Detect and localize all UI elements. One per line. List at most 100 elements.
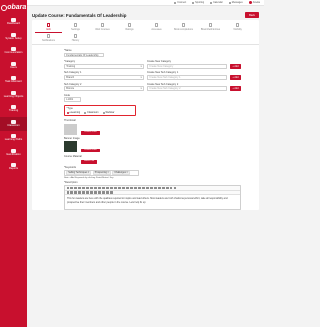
editor-tool-icon[interactable] — [70, 191, 73, 194]
thumbnail-upload: Thumbnail Choose Files — [64, 119, 241, 135]
tab-label: Book completions — [174, 27, 193, 31]
topbar-calendar[interactable]: Calendar — [210, 1, 223, 4]
description-text[interactable]: This fun leaders are here with the quali… — [65, 195, 240, 209]
editor-tool-icon[interactable] — [106, 191, 109, 194]
sub-category2-select[interactable]: Bronze — [64, 86, 144, 91]
editor-tool-icon[interactable] — [166, 186, 169, 189]
type-option-webinar[interactable]: Webinar — [102, 111, 115, 115]
editor-tool-icon[interactable] — [70, 186, 73, 189]
editor-tool-icon[interactable] — [66, 186, 69, 189]
create-sub-category2-input[interactable]: Create New Sub Category 2 — [147, 86, 227, 91]
sub-category1-select[interactable]: Branch — [64, 74, 144, 80]
tab-accesses[interactable]: Accesses — [143, 22, 170, 33]
sidebar-item-dashboard[interactable]: Dashboard — [0, 15, 27, 30]
keyword-chip[interactable]: Selling Techniques × — [66, 170, 92, 176]
editor-tool-icon[interactable] — [94, 186, 97, 189]
type-option-classroom[interactable]: Classroom — [84, 111, 99, 114]
create-category-input[interactable]: Create New Category — [147, 63, 227, 69]
type-option-elearning[interactable]: eLearning — [66, 111, 80, 114]
keyword-chip[interactable]: Prospecting × — [92, 170, 111, 176]
topbar-amelia[interactable]: Amelia — [248, 1, 260, 4]
editor-tool-icon[interactable] — [110, 186, 113, 189]
tab-edit[interactable]: Edit — [35, 22, 62, 33]
add-category-button[interactable]: + Add — [230, 63, 241, 69]
editor-tool-icon[interactable] — [82, 186, 85, 189]
tab-web-courses[interactable]: Web Courses — [89, 22, 116, 33]
tab-ratings[interactable]: Ratings — [116, 22, 143, 33]
radio-button[interactable] — [102, 111, 105, 114]
editor-tool-icon[interactable] — [158, 186, 161, 189]
keywords-input[interactable]: Selling Techniques × Prospecting × Challen… — [64, 169, 139, 176]
editor-tool-icon[interactable] — [102, 191, 105, 194]
topbar-messages[interactable]: Messages — [228, 1, 243, 4]
create-sub-category1-input[interactable]: Create New Sub Category 1 — [147, 74, 227, 80]
course-material-select-button[interactable]: Select File — [81, 160, 98, 164]
editor-tool-icon[interactable] — [146, 186, 149, 189]
sidebar-item-gamification[interactable]: Gamification — [0, 146, 27, 161]
type-option-label: Webinar — [105, 111, 115, 115]
editor-tool-icon[interactable] — [142, 186, 145, 189]
back-button[interactable]: Back — [245, 12, 259, 18]
sidebar-item-communication[interactable]: Communication — [0, 44, 27, 59]
tab-notifications[interactable]: Notifications — [35, 33, 62, 44]
description-editor[interactable]: This fun leaders are here with the quali… — [64, 184, 241, 211]
editor-tool-icon[interactable] — [74, 186, 77, 189]
tab-icon — [154, 23, 159, 27]
editor-tool-icon[interactable] — [110, 191, 113, 194]
editor-tool-icon[interactable] — [98, 191, 101, 194]
keyword-chip[interactable]: Challenges × — [112, 170, 130, 176]
thumbnail-choose-button[interactable]: Choose Files — [81, 130, 100, 135]
sidebar-item-reports[interactable]: Reports — [0, 160, 27, 175]
editor-tool-icon[interactable] — [90, 191, 93, 194]
editor-tool-icon[interactable] — [90, 186, 93, 189]
name-input[interactable]: Fundamentals Of Leadership — [64, 52, 104, 58]
editor-tool-icon[interactable] — [134, 186, 137, 189]
type-label: *Type — [66, 107, 73, 111]
topbar-connect[interactable]: Connect — [174, 1, 186, 4]
editor-tool-icon[interactable] — [102, 186, 105, 189]
sidebar-item-training[interactable]: Training — [0, 102, 27, 117]
radio-button[interactable] — [84, 111, 87, 114]
radio-button[interactable] — [66, 111, 69, 114]
editor-tool-icon[interactable] — [106, 186, 109, 189]
editor-tool-icon[interactable] — [78, 186, 81, 189]
editor-tool-icon[interactable] — [138, 186, 141, 189]
editor-tool-icon[interactable] — [122, 186, 125, 189]
users-icon — [11, 61, 16, 66]
editor-tool-icon[interactable] — [154, 186, 157, 189]
code-input[interactable]: L1001 — [64, 97, 81, 103]
tab-visibility[interactable]: Visibility — [224, 22, 251, 33]
editor-tool-icon[interactable] — [78, 191, 81, 194]
sidebar-item-learning-objects[interactable]: Learning Objects — [0, 88, 27, 103]
editor-tool-icon[interactable] — [118, 186, 121, 189]
topbar-sporting[interactable]: Sporting — [192, 1, 204, 4]
tab-book-completions[interactable]: Book completions — [170, 22, 197, 33]
sidebar-item-classroom[interactable]: Classroom — [0, 116, 27, 131]
sidebar-item-users[interactable]: Users — [0, 59, 27, 74]
sidebar-item-task-allotment[interactable]: Task Allotment — [0, 73, 27, 88]
editor-tool-icon[interactable] — [130, 186, 133, 189]
editor-tool-icon[interactable] — [114, 186, 117, 189]
category-select[interactable]: Training — [64, 63, 144, 69]
tab-bloomfield-entries[interactable]: Bloomfield Entries — [197, 22, 224, 33]
tab-settings[interactable]: Settings — [62, 22, 89, 33]
tab-history[interactable]: History — [62, 33, 89, 44]
editor-tool-icon[interactable] — [86, 191, 89, 194]
sidebar-item-system-setup[interactable]: System Setup — [0, 30, 27, 45]
editor-tool-icon[interactable] — [74, 191, 77, 194]
editor-tool-icon[interactable] — [86, 186, 89, 189]
editor-tool-icon[interactable] — [162, 186, 165, 189]
editor-tool-icon[interactable] — [66, 191, 69, 194]
editor-tool-icon[interactable] — [150, 186, 153, 189]
editor-tool-icon[interactable] — [170, 186, 173, 189]
editor-tool-icon[interactable] — [98, 186, 101, 189]
sidebar-item-learning-paths[interactable]: Learning Paths — [0, 131, 27, 146]
app-logo[interactable]: obara — [0, 0, 27, 15]
add-sub-category2-button[interactable]: + Add — [230, 86, 241, 91]
editor-tool-icon[interactable] — [94, 191, 97, 194]
add-sub-category1-button[interactable]: + Add — [230, 74, 241, 80]
editor-tool-icon[interactable] — [82, 191, 85, 194]
banner-choose-button[interactable]: Choose Files — [81, 148, 100, 153]
editor-tool-icon[interactable] — [174, 186, 177, 189]
editor-tool-icon[interactable] — [126, 186, 129, 189]
